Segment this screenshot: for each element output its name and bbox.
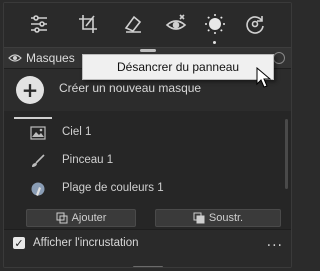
active-tool-indicator: [213, 41, 216, 44]
eraser-icon[interactable]: [121, 12, 145, 36]
reset-icon[interactable]: [243, 12, 267, 36]
brush-icon: [32, 154, 45, 167]
help-icon[interactable]: [273, 52, 285, 64]
list-scrollbar[interactable]: [285, 119, 288, 189]
create-mask-label: Créer un nouveau masque: [59, 81, 202, 95]
tool-strip: [4, 3, 291, 47]
resize-handle[interactable]: [133, 266, 163, 267]
subtract-button[interactable]: Soustr.: [155, 209, 281, 227]
add-mask-button[interactable]: +: [16, 76, 44, 104]
mask-label: Plage de couleurs 1: [62, 182, 164, 194]
color-range-icon: [31, 182, 45, 196]
list-item[interactable]: Ciel 1: [4, 121, 286, 147]
mask-label: Pinceau 1: [62, 154, 114, 166]
panel-title: Masques: [26, 51, 75, 65]
subtract-label: Soustr.: [208, 212, 244, 224]
context-menu: Désancrer du panneau: [82, 54, 274, 80]
redeye-icon[interactable]: [164, 12, 188, 36]
undock-menu-item[interactable]: Désancrer du panneau: [83, 55, 273, 79]
add-button[interactable]: Ajouter: [26, 209, 136, 227]
add-label: Ajouter: [71, 212, 107, 224]
panel-footer: ✓ Afficher l'incrustation ...: [4, 229, 291, 267]
drag-handle[interactable]: [140, 49, 156, 52]
list-item[interactable]: Plage de couleurs 1: [4, 177, 286, 203]
masking-icon[interactable]: [203, 12, 227, 36]
subtract-mask-icon: [193, 212, 205, 224]
overlay-checkbox[interactable]: ✓: [13, 237, 25, 250]
list-divider: [14, 117, 52, 119]
list-item[interactable]: Pinceau 1: [4, 149, 286, 175]
mouse-cursor-icon: [256, 67, 272, 88]
more-options-icon[interactable]: ...: [267, 234, 283, 250]
mask-actions: Ajouter Soustr.: [4, 209, 291, 227]
sliders-icon[interactable]: [27, 12, 51, 36]
crop-icon[interactable]: [76, 12, 100, 36]
eye-icon[interactable]: [8, 52, 22, 64]
mask-list: Ciel 1 Pinceau 1 Plage de couleurs 1: [4, 111, 291, 209]
mask-label: Ciel 1: [62, 126, 92, 138]
masking-panel: Masques + Créer un nouveau masque Ciel 1…: [3, 2, 292, 268]
add-mask-icon: [56, 212, 68, 224]
overlay-label: Afficher l'incrustation: [33, 237, 139, 249]
sky-icon: [30, 126, 46, 140]
